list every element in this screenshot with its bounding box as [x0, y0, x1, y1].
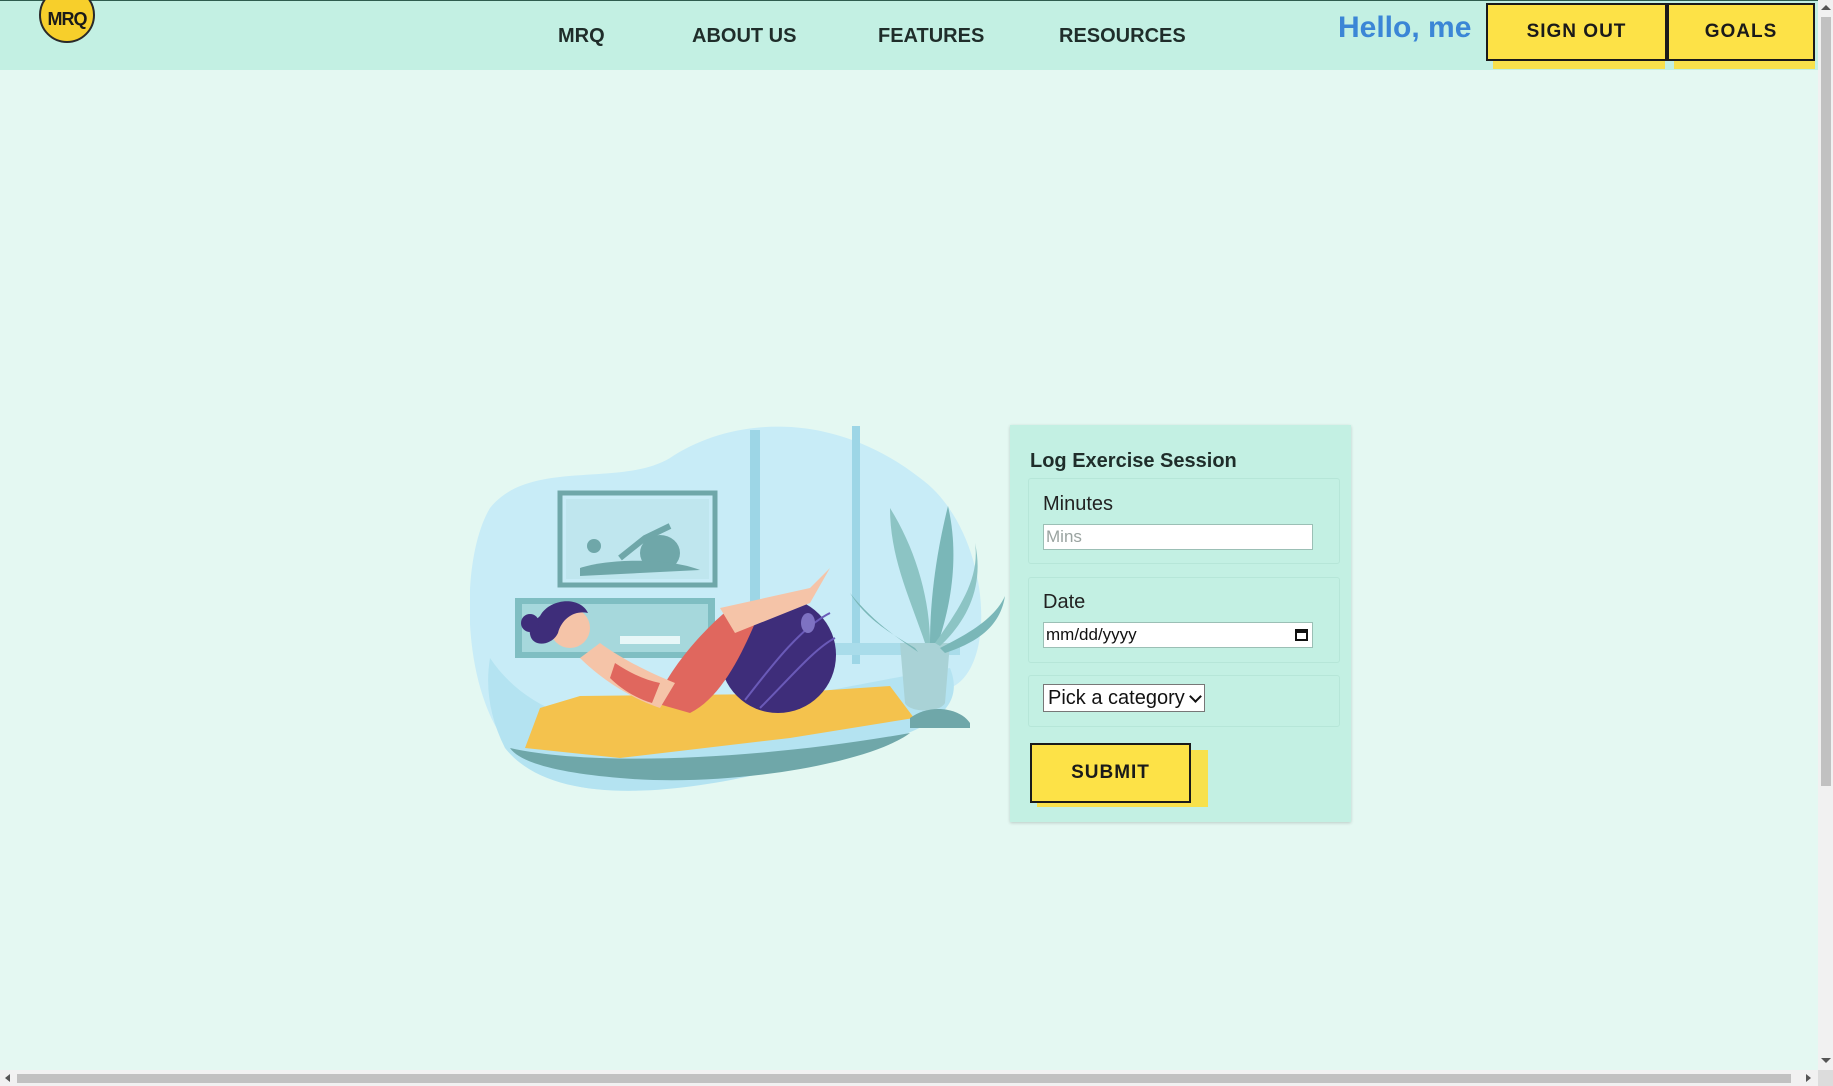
date-label: Date: [1043, 591, 1086, 613]
date-field-group: Date mm/dd/yyyy: [1028, 577, 1340, 663]
scroll-up-icon[interactable]: [1821, 5, 1831, 10]
category-field-group: Pick a category: [1028, 675, 1340, 727]
date-value: mm/dd/yyyy: [1046, 625, 1137, 644]
scroll-right-icon[interactable]: [1806, 1074, 1811, 1082]
scrollbar-corner: [1818, 1070, 1833, 1086]
horizontal-scroll-thumb[interactable]: [17, 1074, 1791, 1083]
mrq-logo[interactable]: MRQ: [39, 0, 95, 43]
scroll-down-icon[interactable]: [1821, 1058, 1831, 1063]
minutes-field-group: Minutes Mins: [1028, 478, 1340, 564]
submit-button[interactable]: SUBMIT: [1030, 743, 1191, 803]
nav-link-features[interactable]: FEATURES: [878, 25, 984, 48]
nav-link-about-us[interactable]: ABOUT US: [692, 25, 796, 48]
minutes-placeholder: Mins: [1046, 527, 1082, 546]
log-exercise-form: Log Exercise Session Minutes Mins Date m…: [1010, 425, 1351, 822]
form-title: Log Exercise Session: [1030, 450, 1237, 472]
category-select[interactable]: Pick a category: [1043, 684, 1205, 712]
vertical-scrollbar[interactable]: [1818, 0, 1833, 1070]
nav-link-mrq[interactable]: MRQ: [558, 25, 605, 48]
sign-out-button[interactable]: SIGN OUT: [1486, 3, 1667, 61]
exercise-illustration: [470, 426, 1005, 791]
date-input[interactable]: mm/dd/yyyy: [1043, 622, 1313, 648]
minutes-input[interactable]: Mins: [1043, 524, 1313, 550]
category-selected-value: Pick a category: [1048, 687, 1185, 709]
minutes-label: Minutes: [1043, 493, 1114, 515]
scroll-left-icon[interactable]: [5, 1074, 10, 1082]
nav-link-resources[interactable]: RESOURCES: [1059, 25, 1186, 48]
user-greeting: Hello, me: [1338, 11, 1472, 44]
calendar-icon[interactable]: [1295, 629, 1308, 641]
top-navigation-bar: MRQ MRQ ABOUT US FEATURES RESOURCES Hell…: [0, 0, 1818, 70]
horizontal-scrollbar[interactable]: [0, 1070, 1818, 1086]
goals-button[interactable]: GOALS: [1667, 3, 1815, 61]
vertical-scroll-thumb[interactable]: [1821, 17, 1831, 786]
logo-text: MRQ: [47, 9, 88, 29]
chevron-down-icon: [1188, 689, 1202, 703]
